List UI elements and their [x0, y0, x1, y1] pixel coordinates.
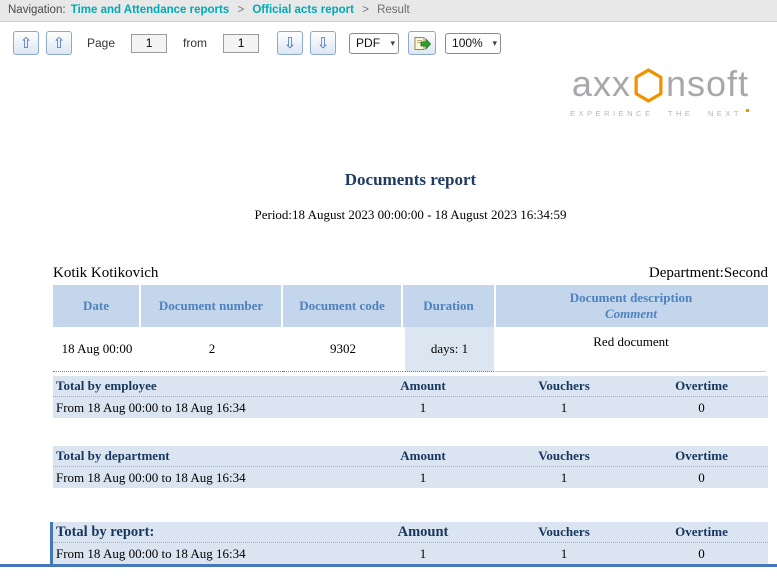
breadcrumb-separator: > [362, 4, 369, 16]
report-toolbar: ⇧ ⇧ Page from ⇩ ⇩ PDF ▾ 100% ▾ [0, 22, 777, 62]
vouchers-value: 1 [493, 400, 635, 416]
total-range: From 18 Aug 00:00 to 18 Aug 16:34 [53, 546, 353, 562]
amount-value: 1 [353, 546, 493, 562]
export-icon [414, 36, 431, 51]
department-label: Department:Second [649, 265, 768, 282]
amount-label: Amount [353, 524, 493, 541]
total-by-department-block: Total by department Amount Vouchers Over… [53, 446, 768, 488]
first-page-button[interactable]: ⇧ [13, 31, 39, 55]
total-title: Total by employee [53, 378, 353, 394]
export-format-select[interactable]: PDF ▾ [349, 33, 399, 54]
total-range: From 18 Aug 00:00 to 18 Aug 16:34 [53, 400, 353, 416]
from-label: from [183, 36, 207, 50]
total-by-employee-block: Total by employee Amount Vouchers Overti… [53, 376, 768, 418]
report-document: Documents report Period:18 August 2023 0… [53, 65, 768, 564]
vouchers-label: Vouchers [493, 524, 635, 540]
breadcrumb-separator: > [237, 4, 244, 16]
overtime-label: Overtime [635, 524, 768, 540]
export-format-value: PDF [356, 36, 380, 50]
vouchers-label: Vouchers [493, 378, 635, 394]
report-title: Documents report [53, 170, 768, 190]
next-page-icon: ⇩ [284, 34, 297, 52]
previous-page-icon: ⇧ [53, 34, 66, 52]
last-page-icon: ⇩ [317, 34, 330, 52]
page-border-bottom [0, 564, 777, 567]
cell-document-code: 9302 [283, 327, 403, 372]
total-by-report-block: Total by report: Amount Vouchers Overtim… [53, 522, 768, 564]
last-page-button[interactable]: ⇩ [310, 31, 336, 55]
zoom-select[interactable]: 100% ▾ [445, 33, 501, 54]
overtime-label: Overtime [635, 448, 768, 464]
overtime-value: 0 [635, 546, 768, 562]
vouchers-label: Vouchers [493, 448, 635, 464]
total-title: Total by report: [53, 524, 353, 541]
header-comment: Comment [496, 306, 766, 322]
report-period: Period:18 August 2023 00:00:00 - 18 Augu… [53, 207, 768, 223]
totals-header-row: Total by employee Amount Vouchers Overti… [53, 376, 768, 397]
amount-label: Amount [353, 448, 493, 464]
totals-header-row: Total by report: Amount Vouchers Overtim… [53, 522, 768, 543]
overtime-value: 0 [635, 470, 768, 486]
zoom-value: 100% [452, 36, 483, 50]
total-range: From 18 Aug 00:00 to 18 Aug 16:34 [53, 470, 353, 486]
header-document-code: Document code [283, 285, 403, 327]
page-border-left [50, 522, 53, 564]
total-title: Total by department [53, 448, 353, 464]
employee-row: Kotik Kotikovich Department:Second [53, 265, 768, 282]
export-button[interactable] [408, 31, 436, 55]
nav-link-official-acts[interactable]: Official acts report [252, 4, 354, 16]
current-page-input[interactable] [131, 34, 167, 53]
page-label: Page [87, 36, 115, 50]
amount-value: 1 [353, 400, 493, 416]
overtime-value: 0 [635, 400, 768, 416]
chevron-down-icon: ▾ [391, 38, 396, 49]
cell-date: 18 Aug 00:00 [53, 327, 141, 372]
cell-description: Red document [496, 327, 766, 372]
totals-values-row: From 18 Aug 00:00 to 18 Aug 16:34 1 1 0 [53, 397, 768, 418]
previous-page-button[interactable]: ⇧ [46, 31, 72, 55]
nav-current-result: Result [377, 4, 410, 16]
header-duration: Duration [403, 285, 496, 327]
header-document-description: Document description Comment [496, 285, 766, 327]
amount-label: Amount [353, 378, 493, 394]
table-row: 18 Aug 00:00 2 9302 days: 1 Red document [53, 327, 768, 372]
nav-link-time-attendance[interactable]: Time and Attendance reports [71, 4, 229, 16]
table-header-row: Date Document number Document code Durat… [53, 285, 768, 327]
first-page-icon: ⇧ [20, 34, 33, 52]
cell-duration: days: 1 [403, 327, 496, 372]
documents-table: Date Document number Document code Durat… [53, 285, 768, 372]
chevron-down-icon: ▾ [493, 38, 498, 49]
vouchers-value: 1 [493, 546, 635, 562]
breadcrumb: Navigation: Time and Attendance reports … [0, 0, 777, 22]
header-document-number: Document number [141, 285, 283, 327]
totals-values-row: From 18 Aug 00:00 to 18 Aug 16:34 1 1 0 [53, 467, 768, 488]
employee-name: Kotik Kotikovich [53, 265, 158, 282]
header-date: Date [53, 285, 141, 327]
next-page-button[interactable]: ⇩ [277, 31, 303, 55]
vouchers-value: 1 [493, 470, 635, 486]
totals-values-row: From 18 Aug 00:00 to 18 Aug 16:34 1 1 0 [53, 543, 768, 564]
total-pages-input[interactable] [223, 34, 259, 53]
overtime-label: Overtime [635, 378, 768, 394]
nav-label: Navigation: [8, 4, 66, 16]
amount-value: 1 [353, 470, 493, 486]
totals-header-row: Total by department Amount Vouchers Over… [53, 446, 768, 467]
cell-document-number: 2 [141, 327, 283, 372]
